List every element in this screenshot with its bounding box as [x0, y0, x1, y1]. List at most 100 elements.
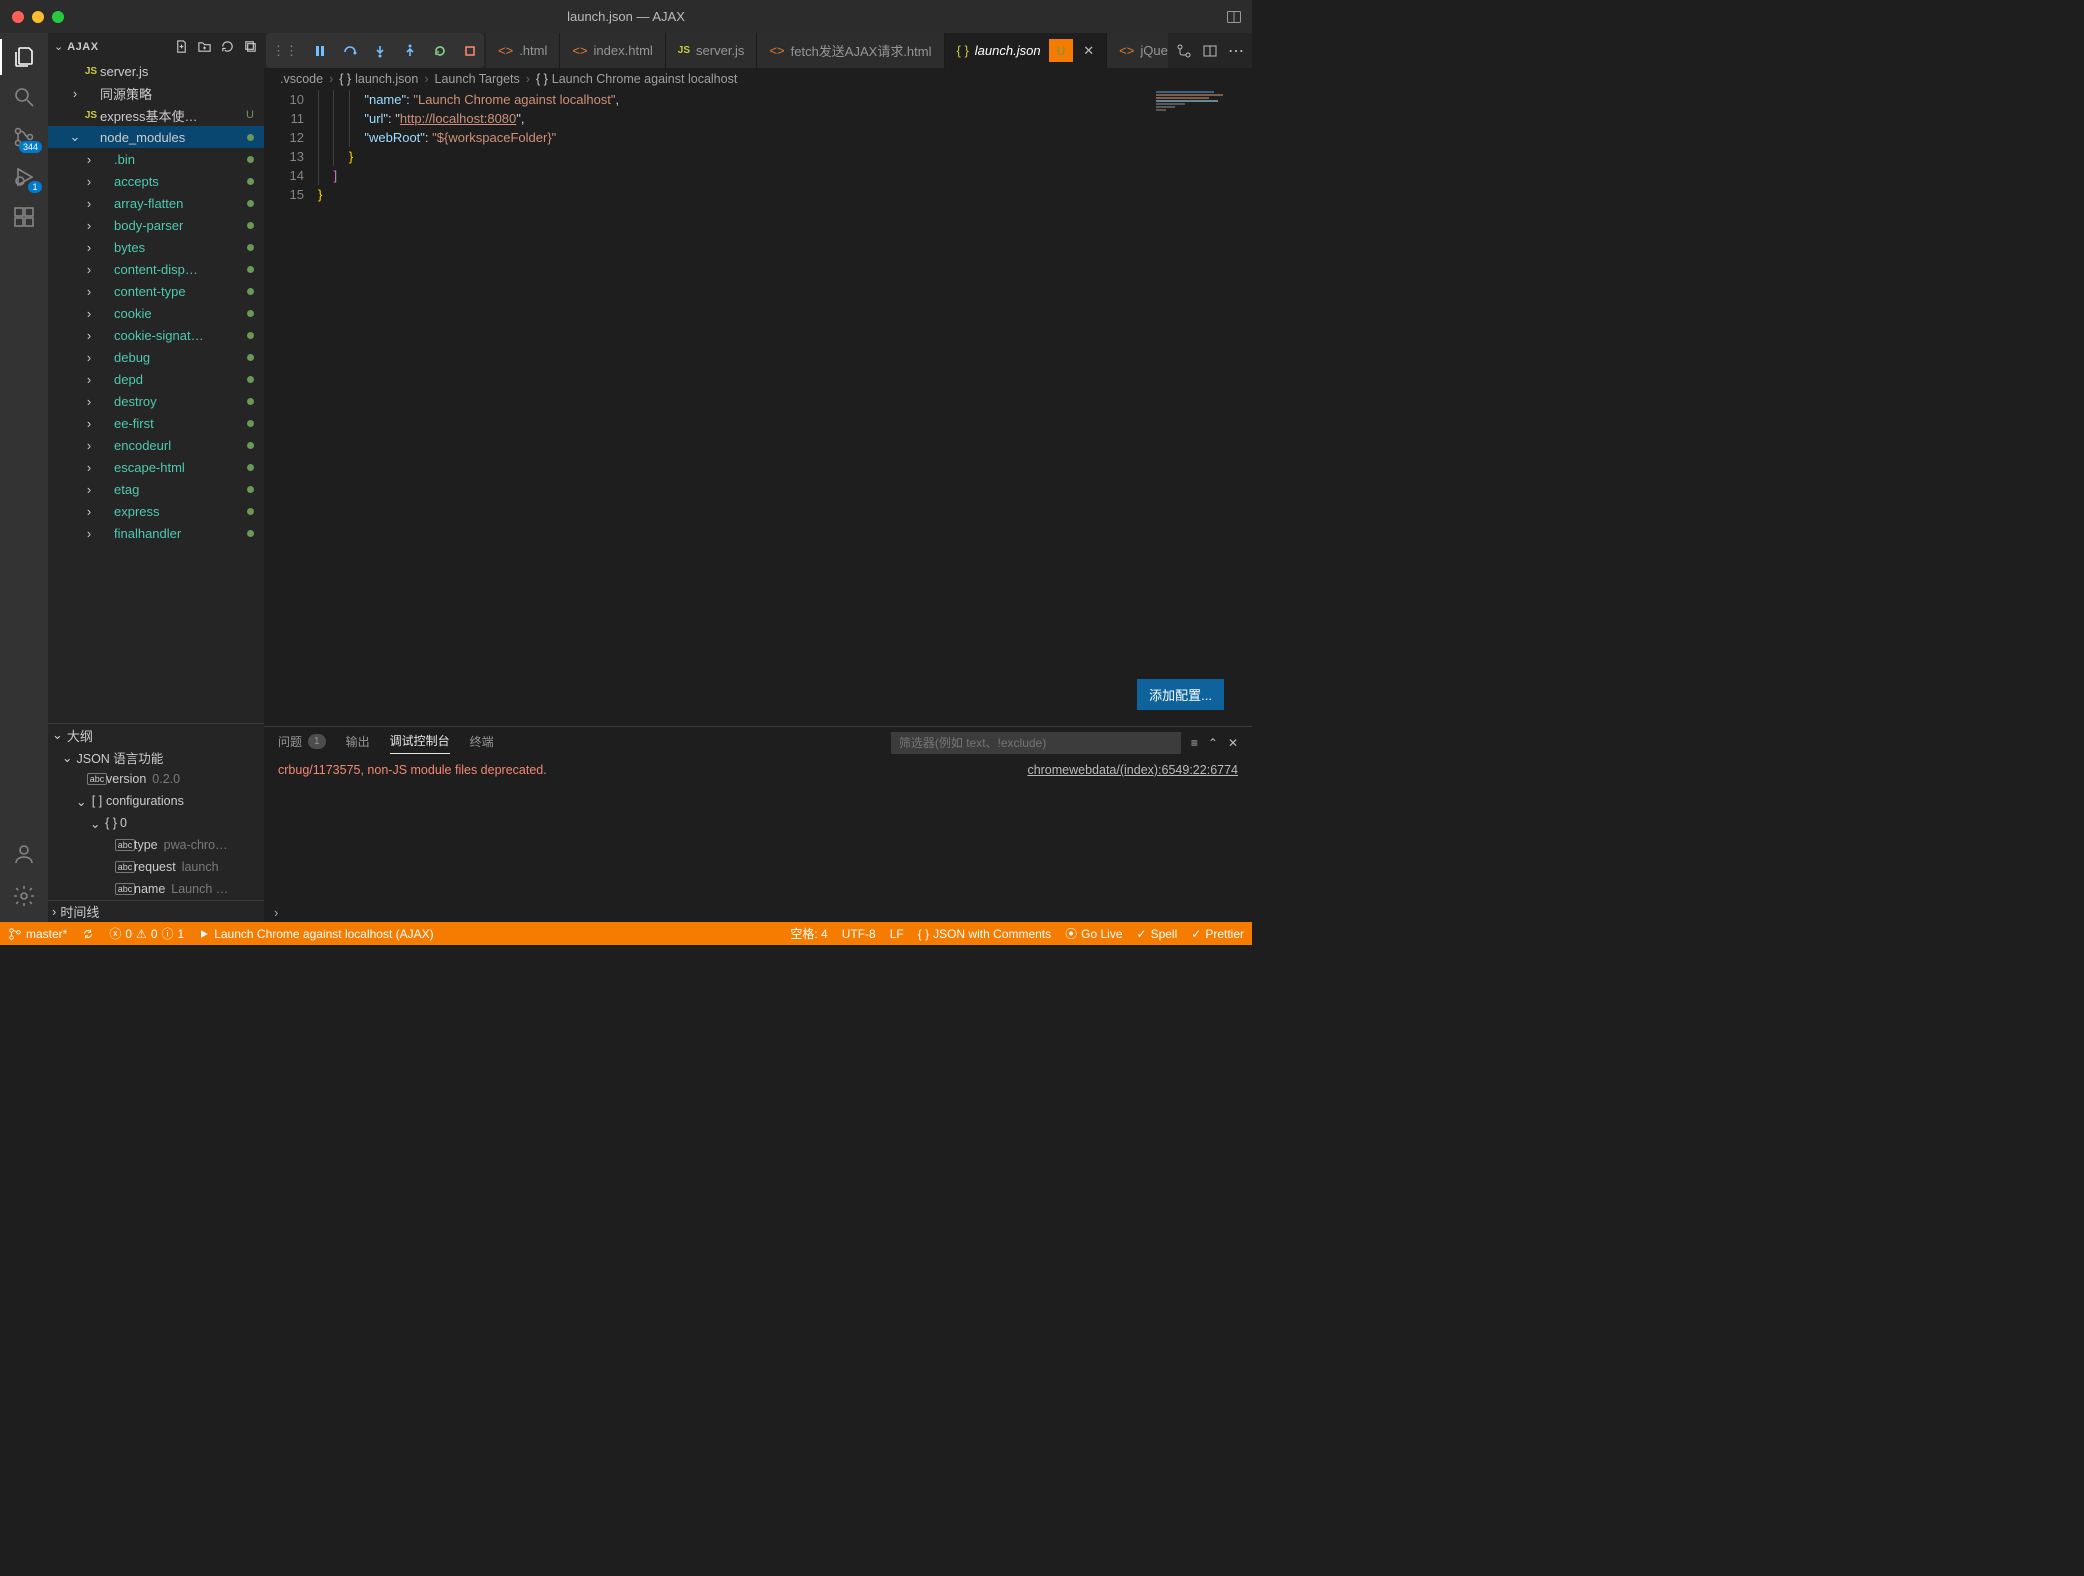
tree-folder[interactable]: ›同源策略 [48, 82, 264, 104]
compare-icon[interactable] [1176, 43, 1192, 59]
outline-item[interactable]: ⌄{ }0 [48, 812, 264, 834]
editor-tab[interactable]: <>.html [486, 33, 560, 68]
panel-filter-input[interactable] [891, 732, 1181, 754]
tree-folder[interactable]: ›content-disp… [48, 258, 264, 280]
status-prettier[interactable]: ✓Prettier [1191, 927, 1244, 941]
more-icon[interactable]: ⋯ [1228, 41, 1244, 61]
panel-maximize-icon[interactable]: ⌃ [1208, 736, 1218, 750]
status-golive[interactable]: ⦿Go Live [1065, 925, 1122, 942]
tree-folder[interactable]: ›body-parser [48, 214, 264, 236]
tree-folder[interactable]: ›cookie [48, 302, 264, 324]
outline-item[interactable]: abctypepwa-chro… [48, 834, 264, 856]
explorer-header[interactable]: ⌄ AJAX [48, 33, 264, 60]
breadcrumb[interactable]: .vscode›{ } launch.json› Launch Targets›… [264, 68, 1252, 90]
panel-tab[interactable]: 终端 [470, 733, 494, 754]
tree-folder[interactable]: ›depd [48, 368, 264, 390]
status-branch[interactable]: master* [8, 927, 67, 941]
debug-toolbar[interactable]: ⋮⋮ [266, 33, 484, 68]
status-problems[interactable]: ⓧ0 ⚠0 ⓘ1 [109, 925, 184, 942]
tree-folder[interactable]: ›express [48, 500, 264, 522]
window-title: launch.json — AJAX [0, 9, 1252, 24]
add-configuration-button[interactable]: 添加配置... [1137, 679, 1224, 710]
refresh-icon[interactable] [220, 39, 235, 54]
status-sync[interactable] [81, 927, 95, 941]
tree-folder[interactable]: ›.bin [48, 148, 264, 170]
drag-handle-icon[interactable]: ⋮⋮ [272, 43, 298, 59]
panel-breadcrumb[interactable]: › [264, 902, 1252, 922]
tree-folder[interactable]: ›escape-html [48, 456, 264, 478]
editor-tab[interactable]: <>fetch发送AJAX请求.html [757, 33, 944, 68]
split-editor-icon[interactable] [1202, 43, 1218, 59]
outline-item[interactable]: abcrequestlaunch [48, 856, 264, 878]
tree-folder[interactable]: ›accepts [48, 170, 264, 192]
code-editor[interactable]: 101112131415 "name": "Launch Chrome agai… [264, 90, 1252, 726]
tree-folder[interactable]: ›content-type [48, 280, 264, 302]
account-icon[interactable] [10, 840, 38, 868]
breadcrumb-item[interactable]: Launch Targets [435, 72, 520, 86]
tree-folder[interactable]: ⌄node_modules [48, 126, 264, 148]
status-debug-target[interactable]: Launch Chrome against localhost (AJAX) [198, 927, 433, 941]
tree-folder[interactable]: ›array-flatten [48, 192, 264, 214]
close-icon[interactable]: ✕ [1083, 43, 1094, 59]
pause-icon[interactable] [312, 43, 328, 59]
new-file-icon[interactable] [174, 39, 189, 54]
explorer-icon[interactable] [10, 43, 38, 71]
tree-folder[interactable]: ›bytes [48, 236, 264, 258]
tree-folder[interactable]: ›encodeurl [48, 434, 264, 456]
outline-item[interactable]: abcnameLaunch … [48, 878, 264, 900]
console-source-link[interactable]: chromewebdata/(index):6549:22:6774 [1027, 763, 1238, 898]
tree-folder[interactable]: ›ee-first [48, 412, 264, 434]
panel-settings-icon[interactable]: ≡ [1191, 736, 1198, 750]
panel-tab[interactable]: 调试控制台 [390, 732, 450, 754]
tree-folder[interactable]: ›debug [48, 346, 264, 368]
tree-folder[interactable]: ›cookie-signat… [48, 324, 264, 346]
step-over-icon[interactable] [342, 43, 358, 59]
activity-bar: 344 1 [0, 33, 48, 922]
stop-icon[interactable] [462, 43, 478, 59]
panel-close-icon[interactable]: ✕ [1228, 736, 1238, 750]
outline-group[interactable]: ⌄JSON 语言功能 [48, 746, 264, 768]
editor-tab[interactable]: { }launch.jsonU✕ [945, 33, 1108, 68]
restart-icon[interactable] [432, 43, 448, 59]
extensions-icon[interactable] [10, 203, 38, 231]
source-control-icon[interactable]: 344 [10, 123, 38, 151]
new-folder-icon[interactable] [197, 39, 212, 54]
search-icon[interactable] [10, 83, 38, 111]
tree-folder[interactable]: ›etag [48, 478, 264, 500]
explorer-title: AJAX [67, 41, 98, 53]
status-language[interactable]: { }JSON with Comments [918, 927, 1051, 941]
status-spaces[interactable]: 空格: 4 [790, 925, 827, 942]
outline-item[interactable]: ⌄[ ]configurations [48, 790, 264, 812]
settings-gear-icon[interactable] [10, 882, 38, 910]
step-into-icon[interactable] [372, 43, 388, 59]
editor-tab[interactable]: JSserver.js [666, 33, 758, 68]
breadcrumb-item[interactable]: .vscode [280, 72, 323, 86]
breadcrumb-item[interactable]: Launch Chrome against localhost [552, 72, 738, 86]
timeline-header[interactable]: ›时间线 [48, 900, 264, 922]
status-encoding[interactable]: UTF-8 [842, 927, 876, 941]
debug-icon[interactable]: 1 [10, 163, 38, 191]
scm-badge: 344 [19, 141, 42, 153]
tree-folder[interactable]: ›finalhandler [48, 522, 264, 544]
tree-file[interactable]: JSexpress基本使…U [48, 104, 264, 126]
tree-folder[interactable]: ›destroy [48, 390, 264, 412]
collapse-all-icon[interactable] [243, 39, 258, 54]
panel-tab[interactable]: 问题1 [278, 733, 326, 754]
outline-item[interactable]: abcversion0.2.0 [48, 768, 264, 790]
breadcrumb-item[interactable]: launch.json [355, 72, 418, 86]
outline-header[interactable]: ⌄大纲 [48, 724, 264, 746]
outline-section: ⌄大纲 ⌄JSON 语言功能 abcversion0.2.0⌄[ ]config… [48, 723, 264, 900]
panel-tab[interactable]: 输出 [346, 733, 370, 754]
editor-tab[interactable]: <>index.html [560, 33, 665, 68]
file-tree[interactable]: JSserver.js›同源策略JSexpress基本使…U⌄node_modu… [48, 60, 264, 723]
console-message: crbug/1173575, non-JS module files depre… [278, 763, 547, 898]
step-out-icon[interactable] [402, 43, 418, 59]
code-area[interactable]: "name": "Launch Chrome against localhost… [318, 90, 1252, 726]
status-spell[interactable]: ✓Spell [1137, 927, 1178, 941]
editor-tab[interactable]: <>jQuery [1107, 33, 1168, 68]
tree-file[interactable]: JSserver.js [48, 60, 264, 82]
status-eol[interactable]: LF [890, 927, 904, 941]
editor-tabs: <>.html<>index.htmlJSserver.js<>fetch发送A… [486, 33, 1168, 68]
bottom-panel: 问题1 输出调试控制台终端 ≡ ⌃ ✕ crbug/1173575, non-JS… [264, 726, 1252, 922]
minimap[interactable] [1156, 90, 1252, 726]
